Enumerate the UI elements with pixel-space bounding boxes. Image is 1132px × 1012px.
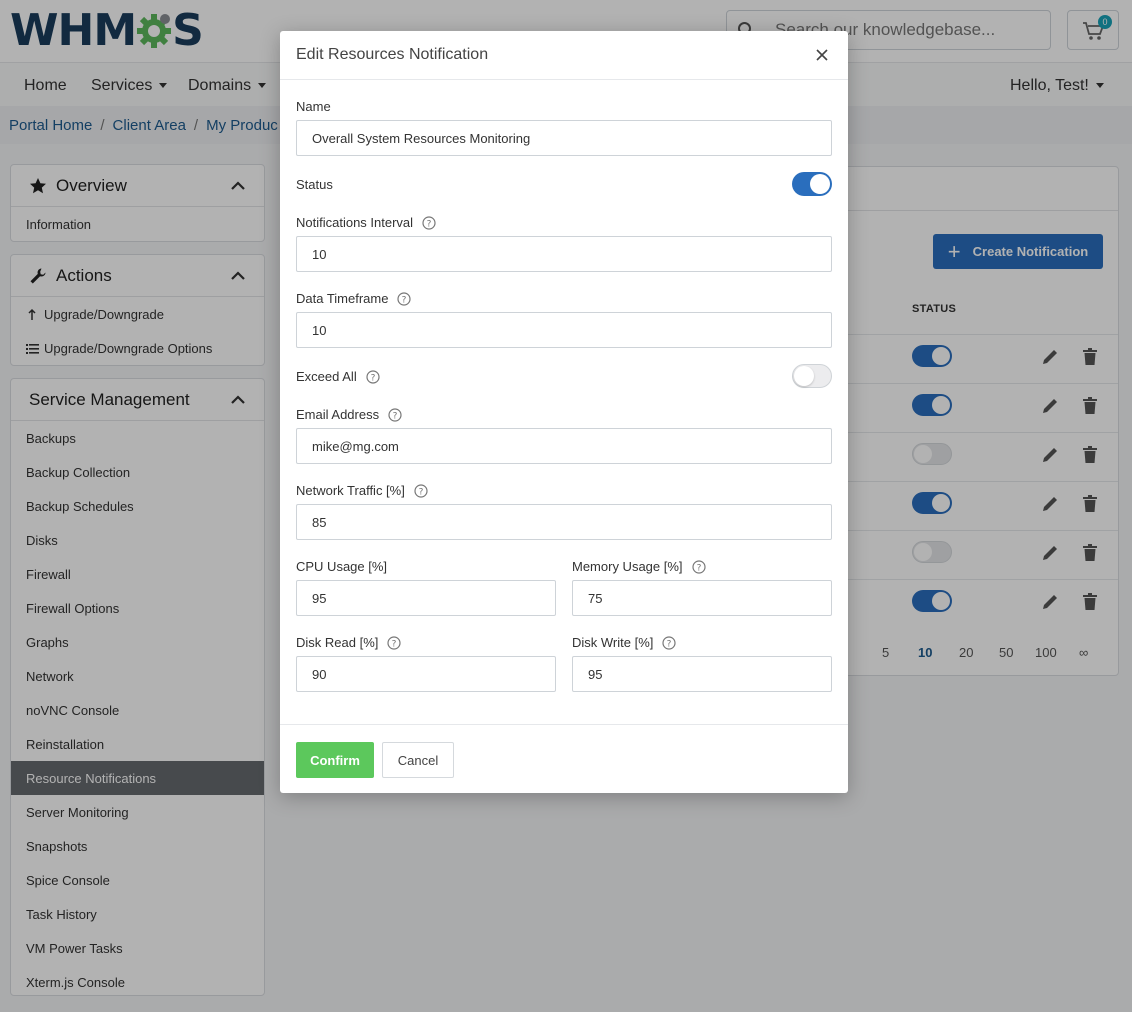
modal-footer: Confirm Cancel bbox=[280, 724, 848, 793]
close-icon[interactable] bbox=[814, 47, 830, 63]
svg-text:?: ? bbox=[667, 639, 672, 649]
cpu-input[interactable] bbox=[296, 580, 556, 616]
disk-write-input[interactable] bbox=[572, 656, 832, 692]
network-label-text: Network Traffic [%] bbox=[296, 483, 405, 498]
edit-resources-notification-modal: Edit Resources Notification Name Status … bbox=[280, 31, 848, 793]
timeframe-label: Data Timeframe? bbox=[296, 291, 412, 306]
toggle-knob bbox=[810, 174, 830, 194]
svg-text:?: ? bbox=[427, 219, 432, 229]
modal-title: Edit Resources Notification bbox=[296, 46, 489, 63]
exceed-all-toggle[interactable] bbox=[792, 364, 832, 388]
disk-write-label-text: Disk Write [%] bbox=[572, 635, 654, 650]
name-label-text: Name bbox=[296, 99, 331, 114]
interval-label: Notifications Interval? bbox=[296, 215, 436, 230]
status-label-text: Status bbox=[296, 177, 333, 192]
exceed-all-label-text: Exceed All bbox=[296, 369, 357, 384]
network-input[interactable] bbox=[296, 504, 832, 540]
cpu-label: CPU Usage [%] bbox=[296, 559, 387, 574]
status-label: Status bbox=[296, 177, 333, 192]
svg-text:?: ? bbox=[393, 411, 398, 421]
help-icon[interactable]: ? bbox=[662, 635, 676, 650]
toggle-knob bbox=[794, 366, 814, 386]
memory-input[interactable] bbox=[572, 580, 832, 616]
status-toggle[interactable] bbox=[792, 172, 832, 196]
help-icon[interactable]: ? bbox=[691, 559, 706, 574]
email-label-text: Email Address bbox=[296, 407, 380, 422]
svg-text:?: ? bbox=[392, 639, 397, 649]
svg-text:?: ? bbox=[418, 487, 423, 497]
help-icon[interactable]: ? bbox=[397, 291, 412, 306]
disk-read-input[interactable] bbox=[296, 656, 556, 692]
cpu-label-text: CPU Usage [%] bbox=[296, 559, 388, 574]
help-icon[interactable]: ? bbox=[387, 635, 401, 650]
svg-text:?: ? bbox=[402, 295, 407, 305]
memory-label-text: Memory Usage [%] bbox=[572, 559, 683, 574]
disk-read-label-text: Disk Read [%] bbox=[296, 635, 379, 650]
interval-input[interactable] bbox=[296, 236, 832, 272]
modal-header: Edit Resources Notification bbox=[280, 31, 848, 80]
name-label: Name bbox=[296, 99, 331, 114]
name-input[interactable] bbox=[296, 120, 832, 156]
cancel-button[interactable]: Cancel bbox=[382, 742, 454, 778]
svg-text:?: ? bbox=[370, 373, 375, 383]
timeframe-input[interactable] bbox=[296, 312, 832, 348]
timeframe-label-text: Data Timeframe bbox=[296, 291, 389, 306]
interval-label-text: Notifications Interval bbox=[296, 215, 414, 230]
disk-write-label: Disk Write [%]? bbox=[572, 635, 676, 650]
email-input[interactable] bbox=[296, 428, 832, 464]
help-icon[interactable]: ? bbox=[414, 483, 428, 498]
disk-read-label: Disk Read [%]? bbox=[296, 635, 401, 650]
email-label: Email Address? bbox=[296, 407, 402, 422]
help-icon[interactable]: ? bbox=[422, 215, 436, 230]
svg-text:?: ? bbox=[696, 563, 701, 573]
exceed-all-label: Exceed All? bbox=[296, 369, 380, 384]
memory-label: Memory Usage [%]? bbox=[572, 559, 706, 574]
help-icon[interactable]: ? bbox=[388, 407, 402, 422]
help-icon[interactable]: ? bbox=[366, 369, 380, 384]
network-label: Network Traffic [%]? bbox=[296, 483, 428, 498]
confirm-button[interactable]: Confirm bbox=[296, 742, 374, 778]
